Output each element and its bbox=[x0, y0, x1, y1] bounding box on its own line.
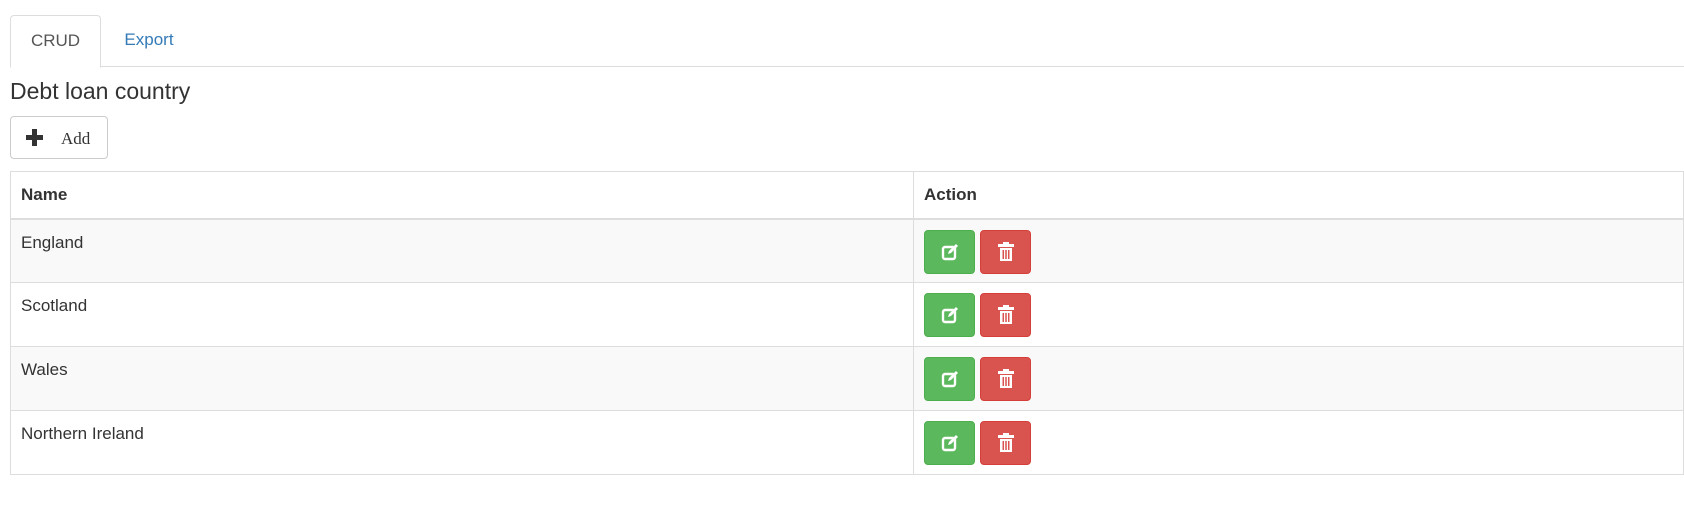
add-button[interactable]: Add bbox=[10, 116, 108, 159]
row-name-cell: Wales bbox=[10, 346, 914, 411]
tab-crud[interactable]: CRUD bbox=[10, 15, 101, 68]
edit-button[interactable] bbox=[924, 357, 975, 401]
table-row: Wales bbox=[10, 346, 1684, 411]
trash-icon bbox=[997, 369, 1014, 388]
row-action-cell bbox=[913, 282, 1684, 347]
table-row: Scotland bbox=[10, 282, 1684, 347]
delete-button[interactable] bbox=[980, 357, 1031, 401]
plus-icon bbox=[26, 129, 43, 146]
row-name-cell: Northern Ireland bbox=[10, 410, 914, 475]
row-action-cell bbox=[913, 410, 1684, 475]
row-name-cell: England bbox=[10, 218, 914, 283]
trash-icon bbox=[997, 433, 1014, 452]
add-button-label: Add bbox=[61, 129, 91, 148]
edit-icon bbox=[941, 371, 958, 388]
edit-icon bbox=[941, 307, 958, 324]
edit-icon bbox=[941, 243, 958, 260]
table-header-row: Name Action bbox=[10, 171, 1684, 220]
row-name-cell: Scotland bbox=[10, 282, 914, 347]
delete-button[interactable] bbox=[980, 293, 1031, 337]
tab-bar: CRUD Export bbox=[10, 15, 1684, 68]
trash-icon bbox=[997, 305, 1014, 324]
edit-button[interactable] bbox=[924, 229, 975, 274]
edit-button[interactable] bbox=[924, 421, 975, 465]
delete-button[interactable] bbox=[980, 421, 1031, 465]
row-action-cell bbox=[913, 346, 1684, 411]
row-action-cell bbox=[913, 218, 1684, 283]
column-header-name: Name bbox=[10, 171, 914, 220]
table-row: Northern Ireland bbox=[10, 410, 1684, 475]
page: CRUD Export Debt loan country Add Name A… bbox=[0, 0, 1684, 508]
edit-button[interactable] bbox=[924, 293, 975, 337]
table-row: England bbox=[10, 218, 1684, 283]
delete-button[interactable] bbox=[980, 229, 1031, 274]
trash-icon bbox=[997, 241, 1014, 261]
page-title: Debt loan country bbox=[10, 78, 191, 104]
tab-export[interactable]: Export bbox=[101, 15, 197, 67]
column-header-action: Action bbox=[913, 171, 1684, 220]
edit-icon bbox=[941, 435, 958, 452]
data-table: Name Action England Scotland Wales North… bbox=[10, 171, 1684, 475]
